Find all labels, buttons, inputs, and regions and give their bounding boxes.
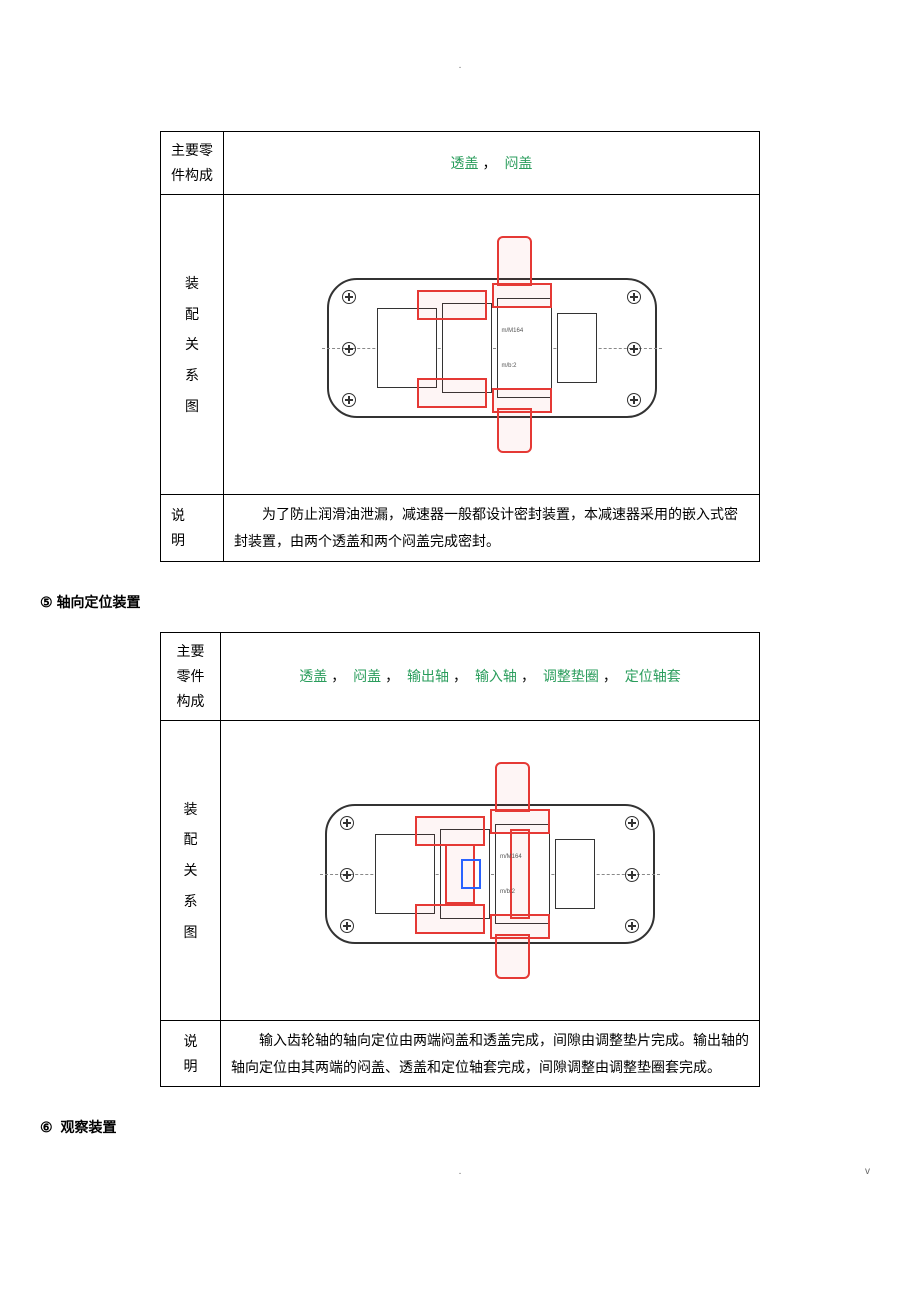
diagram-label-cell: 装配关系图 xyxy=(161,195,224,495)
heading-6-text: 观察装置 xyxy=(60,1119,116,1135)
part-link-mengai-2[interactable]: 闷盖 xyxy=(353,668,381,684)
section-heading-5: ⑤轴向定位装置 xyxy=(40,592,880,612)
desc-label-cell: 说 明 xyxy=(161,495,224,561)
diagram-label-2: 装配关系图 xyxy=(171,794,210,948)
sealing-device-table: 主要零件构成 透盖， 闷盖 装配关系图 xyxy=(160,131,760,562)
mechanical-drawing-1: m/M164 m/b:2 xyxy=(317,228,667,458)
circled-number-5: ⑤ xyxy=(40,594,53,610)
assembly-diagram-cell-2: m/M164 m/b:2 xyxy=(221,721,760,1021)
heading-5-text: 轴向定位装置 xyxy=(57,594,141,610)
separator: ， xyxy=(483,155,497,171)
part-link-output-shaft[interactable]: 输出轴 xyxy=(407,668,449,684)
separator: ， xyxy=(521,668,535,684)
part-link-tougai[interactable]: 透盖 xyxy=(451,155,479,171)
parts-label-cell: 主要零件构成 xyxy=(161,132,224,195)
part-link-adjust-washer[interactable]: 调整垫圈 xyxy=(543,668,599,684)
description-cell-2: 输入齿轮轴的轴向定位由两端闷盖和透盖完成，间隙由调整垫片完成。输出轴的轴向定位由… xyxy=(221,1021,760,1087)
parts-list-cell: 透盖， 闷盖 xyxy=(224,132,760,195)
header-dot: . xyxy=(40,60,880,71)
part-link-positioning-sleeve[interactable]: 定位轴套 xyxy=(625,668,681,684)
mechanical-drawing-2: m/M164 m/b:2 xyxy=(315,754,665,984)
page-footer: . v xyxy=(0,1166,920,1177)
footer-dot: . xyxy=(0,1166,920,1177)
description-cell-1: 为了防止润滑油泄漏，减速器一般都设计密封装置，本减速器采用的嵌入式密封装置，由两… xyxy=(224,495,760,561)
parts-list-cell-2: 透盖， 闷盖， 输出轴， 输入轴， 调整垫圈， 定位轴套 xyxy=(221,632,760,721)
separator: ， xyxy=(603,668,617,684)
desc-label-cell-2: 说明 xyxy=(161,1021,221,1087)
section-heading-6: ⑥ 观察装置 xyxy=(40,1117,880,1137)
parts-label-cell-2: 主要零件构成 xyxy=(161,632,221,721)
separator: ， xyxy=(331,668,345,684)
diagram-label: 装配关系图 xyxy=(171,268,213,422)
separator: ， xyxy=(453,668,467,684)
axial-positioning-table: 主要零件构成 透盖， 闷盖， 输出轴， 输入轴， 调整垫圈， 定位轴套 装配关系… xyxy=(160,632,760,1088)
parts-label: 主要零件构成 xyxy=(171,142,213,183)
diagram-label-cell-2: 装配关系图 xyxy=(161,721,221,1021)
separator: ， xyxy=(385,668,399,684)
desc-label-2: 说明 xyxy=(171,1029,210,1079)
assembly-diagram-cell-1: m/M164 m/b:2 xyxy=(224,195,760,495)
parts-label-2: 主要零件构成 xyxy=(177,643,205,709)
footer-page-indicator: v xyxy=(865,1166,870,1177)
desc-label: 说 明 xyxy=(171,503,213,553)
circled-number-6: ⑥ xyxy=(40,1119,53,1135)
part-link-mengai[interactable]: 闷盖 xyxy=(504,155,532,171)
part-link-tougai-2[interactable]: 透盖 xyxy=(299,668,327,684)
part-link-input-shaft[interactable]: 输入轴 xyxy=(475,668,517,684)
